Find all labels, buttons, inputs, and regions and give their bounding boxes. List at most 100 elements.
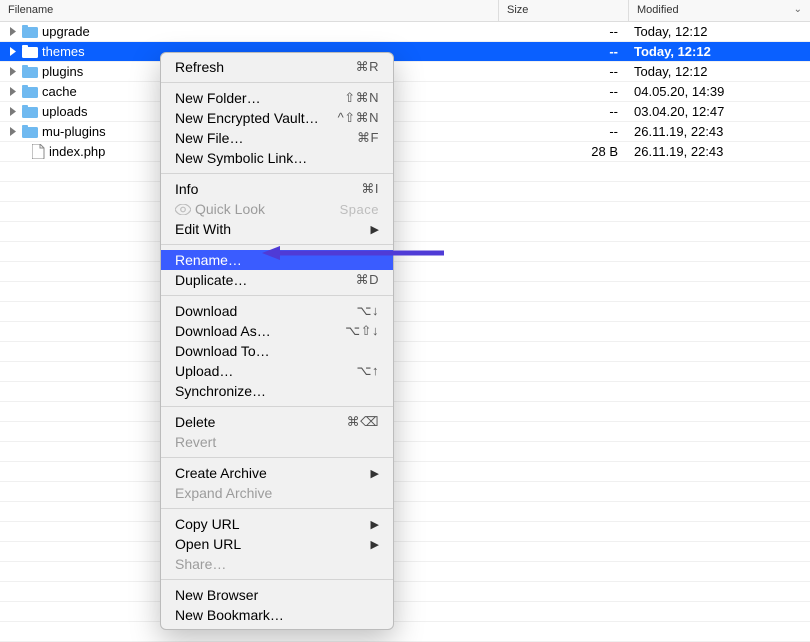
menu-item-new-symbolic-link[interactable]: New Symbolic Link… [161,148,393,168]
menu-item-label: Edit With [175,221,371,237]
table-row[interactable]: themes--Today, 12:12 [0,42,810,62]
menu-item-duplicate[interactable]: Duplicate…⌘D [161,270,393,290]
menu-item-label: Revert [175,434,379,450]
empty-row [0,182,810,202]
empty-row [0,222,810,242]
disclosure-triangle-icon[interactable] [8,67,18,76]
menu-item-download[interactable]: Download⌥↓ [161,301,393,321]
file-size-label: -- [498,24,628,39]
context-menu[interactable]: Refresh⌘RNew Folder…⇧⌘NNew Encrypted Vau… [160,52,394,630]
menu-item-label: Copy URL [175,516,371,532]
empty-row [0,302,810,322]
empty-row [0,202,810,222]
empty-row [0,582,810,602]
disclosure-triangle-icon[interactable] [8,107,18,116]
menu-item-info[interactable]: Info⌘I [161,179,393,199]
menu-item-rename[interactable]: Rename… [161,250,393,270]
empty-row [0,342,810,362]
menu-item-label: New Bookmark… [175,607,379,623]
menu-item-label: Refresh [175,59,356,75]
menu-item-label: Open URL [175,536,371,552]
menu-shortcut: ⌥⇧↓ [345,323,379,339]
menu-item-new-encrypted-vault[interactable]: New Encrypted Vault…^⇧⌘N [161,108,393,128]
column-header-modified[interactable]: Modified ⌄ [628,0,810,21]
empty-row [0,382,810,402]
empty-row [0,322,810,342]
menu-separator [161,295,393,296]
empty-row [0,402,810,422]
file-size-label: 28 B [498,144,628,159]
table-row[interactable]: upgrade--Today, 12:12 [0,22,810,42]
folder-icon [22,65,38,78]
menu-item-new-folder[interactable]: New Folder…⇧⌘N [161,88,393,108]
empty-row [0,282,810,302]
menu-item-create-archive[interactable]: Create Archive▶ [161,463,393,483]
disclosure-triangle-icon[interactable] [8,47,18,56]
menu-item-new-browser[interactable]: New Browser [161,585,393,605]
file-modified-label: 04.05.20, 14:39 [628,84,810,99]
file-icon [32,144,45,159]
menu-item-share: Share… [161,554,393,574]
menu-shortcut: Space [340,202,379,217]
column-header-size[interactable]: Size [498,0,628,21]
menu-item-label: New Symbolic Link… [175,150,379,166]
menu-item-download-to[interactable]: Download To… [161,341,393,361]
submenu-arrow-icon: ▶ [371,538,379,551]
menu-item-synchronize[interactable]: Synchronize… [161,381,393,401]
menu-item-upload[interactable]: Upload…⌥↑ [161,361,393,381]
menu-item-new-bookmark[interactable]: New Bookmark… [161,605,393,625]
menu-item-label: New Folder… [175,90,344,106]
menu-item-copy-url[interactable]: Copy URL▶ [161,514,393,534]
file-size-label: -- [498,64,628,79]
menu-item-label: New Encrypted Vault… [175,110,338,126]
file-name-label: index.php [49,144,105,159]
empty-row [0,622,810,642]
menu-item-open-url[interactable]: Open URL▶ [161,534,393,554]
submenu-arrow-icon: ▶ [371,467,379,480]
menu-separator [161,173,393,174]
folder-icon [22,105,38,118]
menu-shortcut: ^⇧⌘N [338,110,379,126]
table-row[interactable]: index.php28 B26.11.19, 22:43 [0,142,810,162]
menu-shortcut: ⌘I [361,181,379,197]
menu-item-delete[interactable]: Delete⌘⌫ [161,412,393,432]
file-size-label: -- [498,124,628,139]
empty-row [0,522,810,542]
column-header-filename[interactable]: Filename [0,0,498,21]
menu-item-label: Info [175,181,361,197]
file-modified-label: Today, 12:12 [628,44,810,59]
disclosure-triangle-icon[interactable] [8,87,18,96]
empty-row [0,442,810,462]
file-list[interactable]: upgrade--Today, 12:12themes--Today, 12:1… [0,22,810,642]
menu-item-label: Synchronize… [175,383,379,399]
disclosure-triangle-icon[interactable] [8,27,18,36]
menu-separator [161,244,393,245]
menu-shortcut: ⌘⌫ [347,414,379,430]
sort-indicator-icon: ⌄ [794,4,802,15]
empty-row [0,502,810,522]
table-row[interactable]: mu-plugins--26.11.19, 22:43 [0,122,810,142]
empty-row [0,462,810,482]
menu-shortcut: ⇧⌘N [344,90,379,106]
menu-item-refresh[interactable]: Refresh⌘R [161,57,393,77]
table-row[interactable]: cache--04.05.20, 14:39 [0,82,810,102]
empty-row [0,242,810,262]
menu-item-label: New Browser [175,587,379,603]
file-size-label: -- [498,104,628,119]
menu-item-label: Share… [175,556,379,572]
table-row[interactable]: uploads--03.04.20, 12:47 [0,102,810,122]
disclosure-triangle-icon[interactable] [8,127,18,136]
table-row[interactable]: plugins--Today, 12:12 [0,62,810,82]
menu-item-download-as[interactable]: Download As…⌥⇧↓ [161,321,393,341]
menu-item-label: Download [175,303,357,319]
file-size-label: -- [498,44,628,59]
submenu-arrow-icon: ▶ [371,223,379,236]
menu-item-edit-with[interactable]: Edit With▶ [161,219,393,239]
folder-icon [22,85,38,98]
empty-row [0,542,810,562]
menu-item-new-file[interactable]: New File…⌘F [161,128,393,148]
menu-item-label: New File… [175,130,357,146]
folder-icon [22,25,38,38]
menu-item-label: Create Archive [175,465,371,481]
column-header-modified-label: Modified [637,4,679,16]
